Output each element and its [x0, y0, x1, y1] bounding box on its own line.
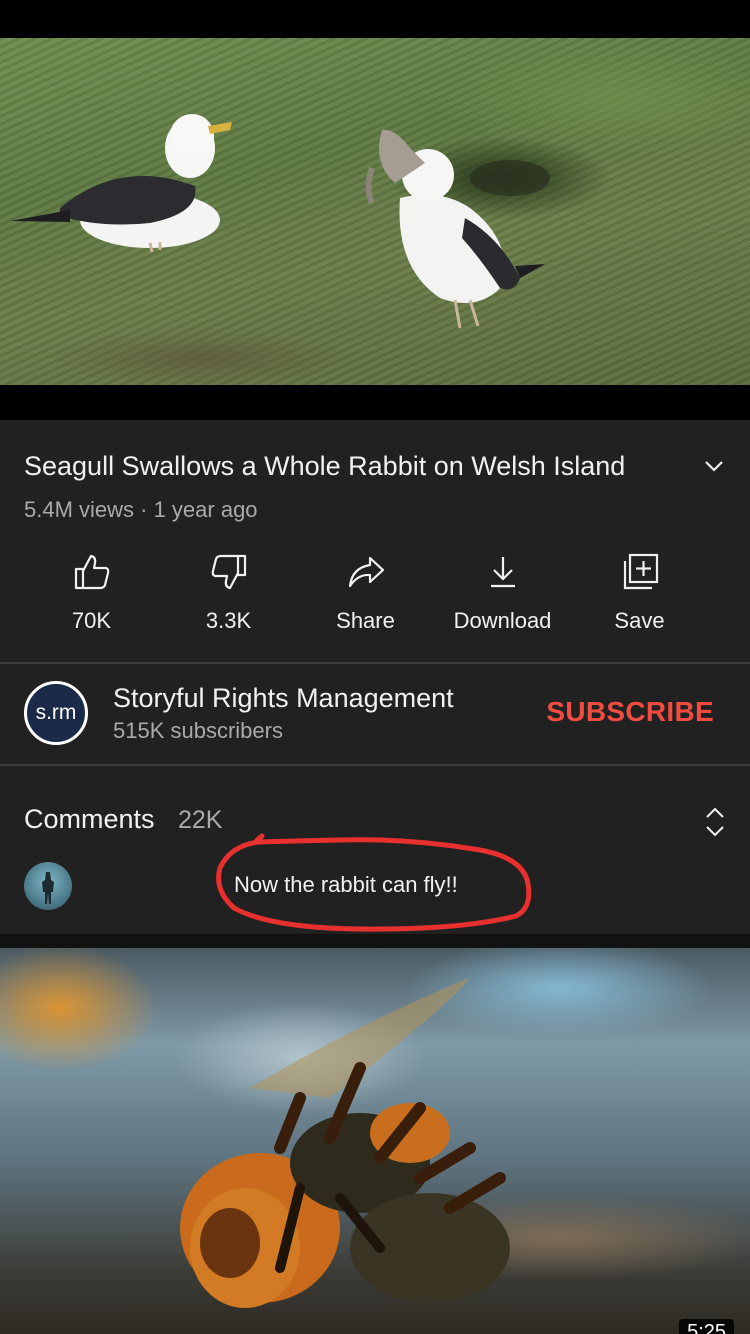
download-button[interactable]: Download — [434, 550, 571, 650]
channel-avatar[interactable]: s.rm — [24, 681, 88, 745]
action-bar: 70K 3.3K Share Download Save — [0, 550, 750, 650]
gull-left — [10, 114, 232, 253]
video-meta: 5.4M views · 1 year ago — [24, 497, 258, 522]
dislike-count: 3.3K — [205, 608, 252, 633]
share-button[interactable]: Share — [297, 550, 434, 650]
download-icon — [481, 550, 525, 594]
status-bar — [0, 0, 750, 38]
thumbs-up-icon — [70, 550, 114, 594]
video-title-row[interactable]: Seagull Swallows a Whole Rabbit on Welsh… — [24, 448, 726, 488]
dislike-button[interactable]: 3.3K — [160, 550, 297, 650]
thumbs-down-icon — [207, 550, 251, 594]
video-duration: 5:25 — [679, 1319, 734, 1334]
comments-section[interactable]: Comments 22K Now the rabbit can fly!! — [0, 766, 750, 934]
commenter-avatar — [24, 862, 72, 910]
save-label: Save — [614, 608, 665, 633]
video-frame[interactable] — [0, 38, 750, 385]
next-video-thumbnail[interactable]: 5:25 — [0, 948, 750, 1334]
save-button[interactable]: Save — [571, 550, 708, 650]
subscriber-count: 515K subscribers — [113, 718, 283, 743]
channel-name[interactable]: Storyful Rights Management — [113, 683, 454, 714]
section-gap — [0, 934, 750, 948]
share-icon — [344, 550, 388, 594]
channel-row[interactable]: s.rm Storyful Rights Management 515K sub… — [0, 664, 750, 764]
expand-collapse-icon[interactable] — [704, 806, 726, 838]
download-label: Download — [453, 608, 552, 633]
video-player[interactable] — [0, 38, 750, 420]
video-scene — [10, 114, 550, 329]
thumbnail-scene — [180, 978, 510, 1308]
red-annotation-circle — [216, 833, 532, 932]
comments-label: Comments — [24, 804, 155, 834]
save-playlist-icon — [618, 550, 662, 594]
chevron-down-icon[interactable] — [702, 454, 726, 478]
hornet — [180, 1062, 510, 1308]
video-title: Seagull Swallows a Whole Rabbit on Welsh… — [24, 451, 626, 481]
like-count: 70K — [71, 608, 112, 633]
gull-right — [365, 129, 545, 329]
share-label: Share — [336, 608, 395, 633]
subscribe-button[interactable]: SUBSCRIBE — [546, 696, 714, 728]
like-button[interactable]: 70K — [23, 550, 160, 650]
